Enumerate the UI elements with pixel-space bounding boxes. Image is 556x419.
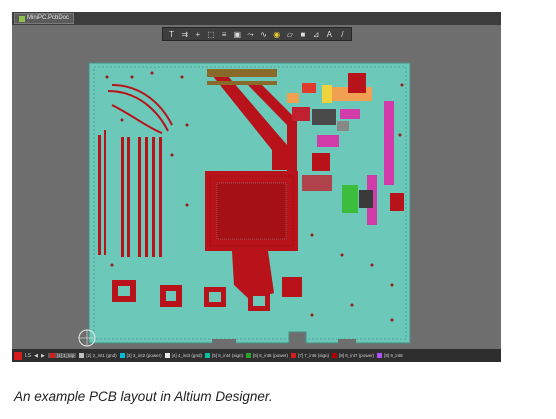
layer-tab-label: [9] 9_int8 (384, 353, 403, 358)
layer-tab-label: [6] 6_int5 (power) (252, 353, 289, 358)
layer-tab-label: [3] 3_int2 (power) (126, 353, 162, 358)
filter-icon[interactable]: T (167, 30, 176, 39)
active-bar: T ⇉ + ⬚ ≡ ▣ ⤳ ∿ ◉ ▱ ■ ⊿ A / (162, 27, 352, 41)
fill-icon[interactable]: ■ (298, 30, 307, 39)
top-connector-pads (207, 69, 277, 85)
interactive-route-icon[interactable]: ⤳ (246, 30, 255, 39)
layer-tab[interactable]: [7] 7_int6 (sign) (291, 353, 329, 358)
layer-tab[interactable]: [5] 5_int4 (sign) (204, 353, 243, 358)
layer-color-swatch (332, 353, 338, 358)
figure-caption: An example PCB layout in Altium Designer… (14, 389, 273, 404)
layer-tab[interactable]: [9] 9_int8 (377, 353, 403, 358)
component-icon[interactable]: ▣ (233, 30, 242, 39)
document-tab-label: MiniPC.PcbDoc (27, 15, 70, 21)
cross-probe-icon[interactable]: + (193, 30, 202, 39)
document-tab[interactable]: MiniPC.PcbDoc (14, 13, 75, 24)
layer-color-swatch (79, 353, 85, 358)
layer-color-swatch (204, 353, 210, 358)
route-icon[interactable]: ⇉ (180, 30, 189, 39)
pcb-doc-icon (19, 15, 25, 22)
layer-tab-label: [1] 1_top (56, 353, 75, 358)
diff-pair-icon[interactable]: ∿ (259, 30, 268, 39)
layer-nav-right-icon[interactable]: ▶ (41, 353, 45, 359)
layer-tab[interactable]: [6] 6_int5 (power) (245, 353, 289, 358)
document-tabbar: MiniPC.PcbDoc (12, 12, 501, 25)
select-rect-icon[interactable]: ⬚ (206, 30, 215, 39)
layer-color-swatch (245, 353, 251, 358)
pcb-canvas[interactable] (12, 25, 501, 349)
layer-color-swatch (164, 353, 170, 358)
layer-tab[interactable]: [4] 4_int3 (gnd) (164, 353, 202, 358)
layer-tab[interactable]: [1] 1_top (47, 353, 77, 358)
current-layer-color (14, 351, 22, 360)
layer-tab-label: [8] 8_int7 (power) (339, 353, 375, 358)
cpu-bga (205, 171, 298, 251)
polygon-icon[interactable]: ▱ (285, 30, 294, 39)
layer-tab-label: [7] 7_int6 (sign) (298, 353, 330, 358)
align-icon[interactable]: ≡ (220, 30, 229, 39)
layer-tab-label: [4] 4_int3 (gnd) (171, 353, 202, 358)
string-icon[interactable]: A (325, 30, 334, 39)
layer-color-swatch (377, 353, 383, 358)
layer-tab[interactable]: [3] 3_int2 (power) (119, 353, 162, 358)
dimension-icon[interactable]: ⊿ (312, 30, 321, 39)
via-icon[interactable]: ◉ (272, 30, 281, 39)
layer-tabs-bar: LS ◀ ▶ [1] 1_top [2] 2_int1 (gnd) [3] 3_in… (12, 349, 501, 362)
layer-tab[interactable]: [8] 8_int7 (power) (332, 353, 374, 358)
layer-tab-label: [2] 2_int1 (gnd) (86, 353, 117, 358)
layer-color-swatch (49, 353, 55, 358)
line-icon[interactable]: / (338, 30, 347, 39)
layer-color-swatch (119, 353, 125, 358)
layer-color-swatch (291, 353, 297, 358)
layer-nav-left-icon[interactable]: ◀ (34, 353, 38, 359)
layer-tab[interactable]: [2] 2_int1 (gnd) (79, 353, 117, 358)
layer-set-label[interactable]: LS (25, 353, 31, 359)
layer-tab-label: [5] 5_int4 (sign) (211, 353, 243, 358)
altium-window: MiniPC.PcbDoc T ⇉ + ⬚ ≡ ▣ ⤳ ∿ ◉ ▱ ■ ⊿ A … (12, 12, 501, 362)
